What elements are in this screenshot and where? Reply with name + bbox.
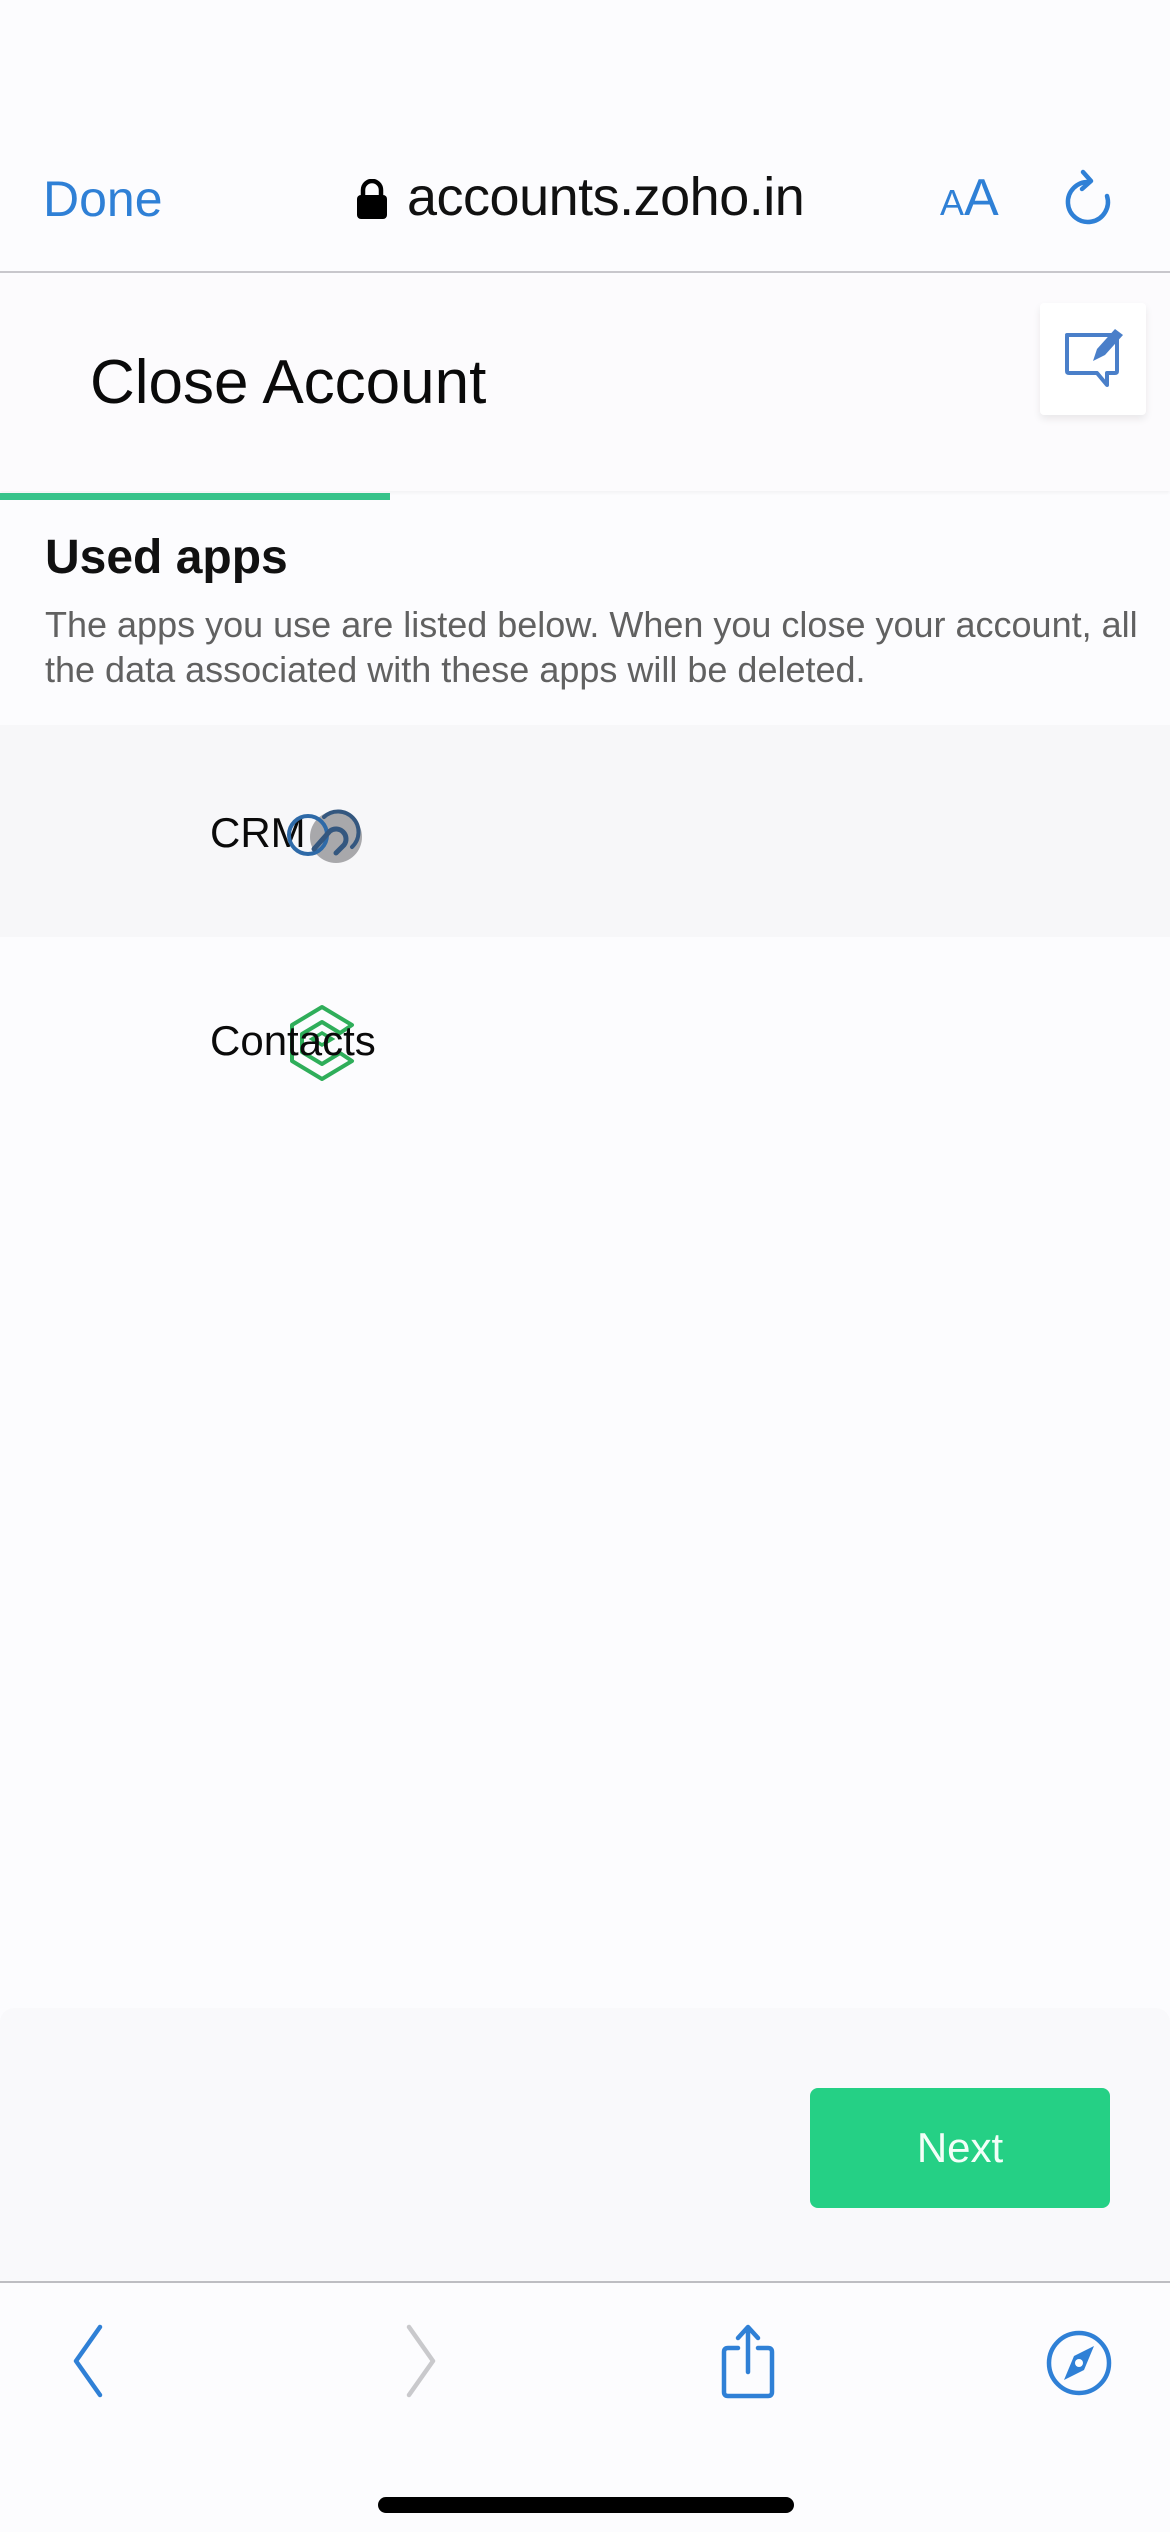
next-button[interactable]: Next: [810, 2088, 1110, 2208]
browser-top-bar: Done accounts.zoho.in AA: [0, 0, 1170, 273]
feedback-edit-icon: [1065, 329, 1123, 387]
step-progress-fill: [0, 493, 390, 500]
text-size-big-glyph: A: [964, 169, 999, 227]
share-icon[interactable]: [716, 2322, 780, 2402]
section-title: Used apps: [45, 531, 288, 584]
app-list-item: CRM: [0, 725, 1170, 937]
chevron-left-icon[interactable]: [62, 2324, 112, 2400]
page-title: Close Account: [90, 348, 487, 417]
lock-icon: [357, 179, 387, 219]
app-name: Contacts: [210, 1017, 376, 1064]
section-description: The apps you use are listed below. When …: [45, 604, 1138, 690]
wizard-footer: Next: [0, 2008, 1170, 2283]
step-progress-bar: [0, 493, 1170, 500]
text-size-small-glyph: A: [940, 182, 965, 223]
done-button[interactable]: Done: [43, 170, 163, 228]
reload-icon[interactable]: [1063, 168, 1115, 228]
page-header: Close Account: [0, 275, 1170, 491]
address-bar[interactable]: accounts.zoho.in: [355, 166, 805, 228]
chevron-right-icon: [406, 2324, 436, 2398]
zoho-crm-icon: [287, 809, 362, 863]
url-domain: accounts.zoho.in: [407, 167, 805, 227]
app-list-item: Contacts: [0, 937, 1170, 1149]
browser-bottom-toolbar: [0, 2284, 1170, 2532]
text-size-button[interactable]: AA: [940, 168, 999, 228]
feedback-button[interactable]: [1040, 303, 1146, 415]
compass-icon[interactable]: [1044, 2328, 1114, 2398]
home-indicator: [378, 2497, 794, 2513]
